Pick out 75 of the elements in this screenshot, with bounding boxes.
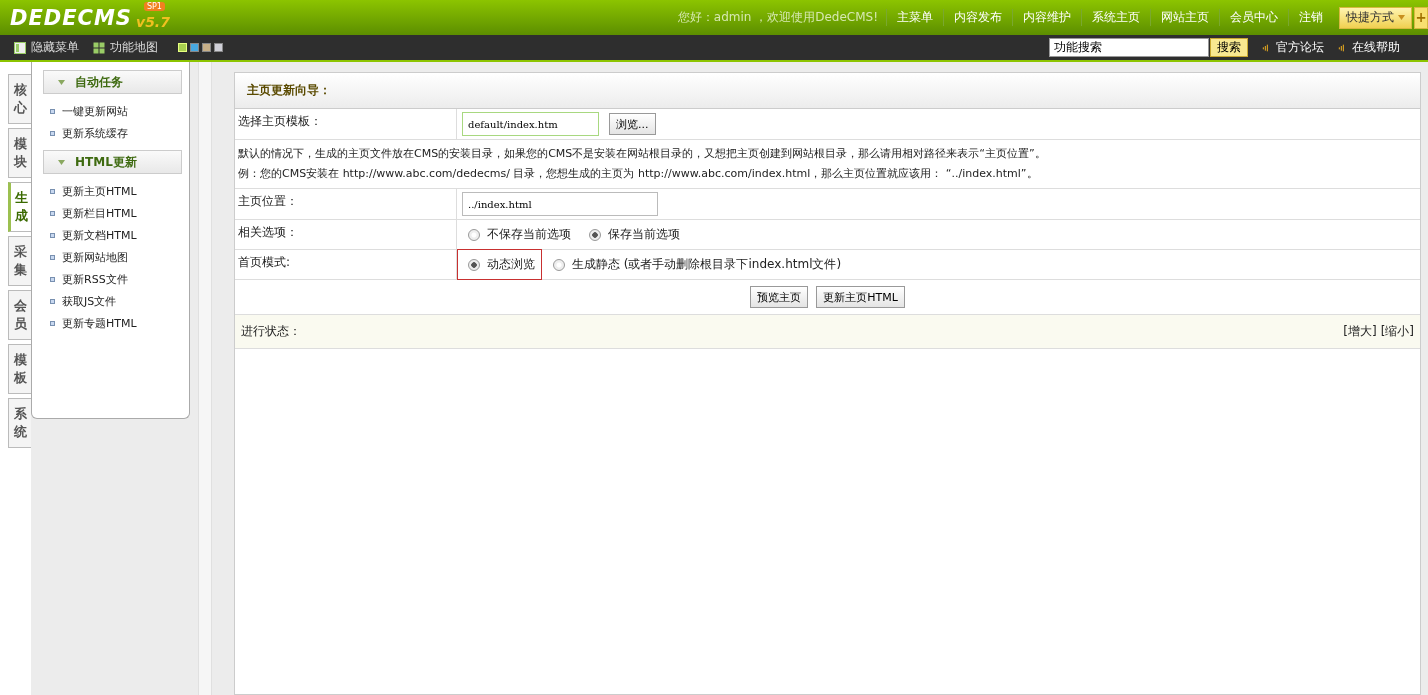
bullet-icon xyxy=(50,254,55,260)
toolbar-link[interactable]: 隐藏菜单 xyxy=(14,39,79,56)
bullet-icon xyxy=(50,210,55,216)
action-button[interactable]: 预览主页 xyxy=(750,286,809,308)
radio-option[interactable]: 生成静态 (或者手动删除根目录下index.html文件) xyxy=(542,249,849,280)
bullet-icon xyxy=(50,276,55,282)
radio-button[interactable] xyxy=(589,228,601,241)
section-header[interactable]: HTML更新 xyxy=(43,150,182,174)
path-field[interactable]: ../index.html xyxy=(462,192,658,216)
side-tab[interactable]: 会员 xyxy=(8,290,31,340)
sidebar-item[interactable]: 更新主页HTML xyxy=(43,180,182,202)
toolbar-link[interactable]: 功能地图 xyxy=(93,39,158,56)
browse-button[interactable]: 浏览... xyxy=(609,113,656,135)
field-label: 选择主页模板： xyxy=(235,109,457,139)
search-button[interactable]: 搜索 xyxy=(1210,38,1248,57)
version-label: v5.7 xyxy=(136,13,170,30)
toolbar-link[interactable]: 官方论坛 xyxy=(1262,39,1324,56)
template-field[interactable]: default/index.htm xyxy=(462,112,599,136)
side-tab[interactable]: 采集 xyxy=(8,236,31,286)
panel-icon xyxy=(14,41,26,54)
theme-swatch[interactable] xyxy=(190,43,199,52)
bullet-icon xyxy=(50,298,55,304)
splitter-bar[interactable] xyxy=(198,62,212,695)
radio-option[interactable]: 动态浏览 xyxy=(457,249,542,280)
greeting-text: 您好：admin ，欢迎使用DedeCMS! xyxy=(677,9,878,26)
action-button[interactable]: 更新主页HTML xyxy=(816,286,905,308)
field-label: 主页位置： xyxy=(235,189,457,219)
sidebar-item[interactable]: 一键更新网站 xyxy=(43,100,182,122)
sidebar-item[interactable]: 更新系统缓存 xyxy=(43,122,182,144)
sidebar-item[interactable]: 获取JS文件 xyxy=(43,290,182,312)
theme-swatch[interactable] xyxy=(214,43,223,52)
sidebar-item[interactable]: 更新网站地图 xyxy=(43,246,182,268)
section-header[interactable]: 自动任务 xyxy=(43,70,182,94)
grid-icon xyxy=(93,41,105,54)
field-label: 首页模式: xyxy=(235,250,457,279)
bullet-icon xyxy=(50,130,55,136)
caret-icon xyxy=(58,159,65,165)
version-badge: SP1 xyxy=(143,2,165,11)
bullet-icon xyxy=(50,320,55,326)
bullet-icon xyxy=(50,108,55,114)
sidebar-item[interactable]: 更新栏目HTML xyxy=(43,202,182,224)
resize-link[interactable]: [缩小] xyxy=(1380,323,1414,340)
option-label: 生成静态 (或者手动删除根目录下index.html文件) xyxy=(572,256,842,273)
caret-icon xyxy=(1398,15,1405,20)
option-label: 不保存当前选项 xyxy=(487,226,571,243)
note-text: 默认的情况下，生成的主页文件放在CMS的安装目录，如果您的CMS不是安装在网站根目录的，又想把主页创建到网站根目录，那么请用相对路径来表示“主页位置”。 xyxy=(238,146,1046,162)
field-label: 相关选项： xyxy=(235,220,457,249)
section-title: 自动任务 xyxy=(75,73,123,91)
side-tab[interactable]: 模板 xyxy=(8,344,31,394)
side-tab[interactable]: 生成 xyxy=(8,182,31,232)
radio-option[interactable]: 不保存当前选项 xyxy=(457,219,578,250)
section-title: HTML更新 xyxy=(75,153,137,171)
option-label: 保存当前选项 xyxy=(608,226,680,243)
logo: DEDECMS xyxy=(10,5,132,30)
search-field[interactable]: 功能搜索 xyxy=(1049,38,1209,57)
resize-link[interactable]: [增大] xyxy=(1343,323,1377,340)
status-label: 进行状态： xyxy=(241,323,302,340)
side-tab[interactable]: 模块 xyxy=(8,128,31,178)
sidebar-item[interactable]: 更新RSS文件 xyxy=(43,268,182,290)
caret-icon xyxy=(58,79,65,85)
toolbar-link[interactable]: 在线帮助 xyxy=(1338,39,1400,56)
bullet-icon xyxy=(50,232,55,238)
option-label: 动态浏览 xyxy=(487,256,535,273)
radio-button[interactable] xyxy=(553,258,565,271)
radio-option[interactable]: 保存当前选项 xyxy=(578,219,687,250)
side-tab[interactable]: 系统 xyxy=(8,398,31,448)
side-tab[interactable]: 核心 xyxy=(8,74,31,124)
radio-button[interactable] xyxy=(468,228,480,241)
sidebar-item[interactable]: 更新专题HTML xyxy=(43,312,182,334)
shortcut-menu[interactable]: 快捷方式 xyxy=(1339,6,1412,29)
sidebar-item[interactable]: 更新文档HTML xyxy=(43,224,182,246)
bullet-icon xyxy=(50,188,55,194)
note-text: 例：您的CMS安装在 http://www.abc.com/dedecms/ 目录，您想生成的主页为 http://www.abc.com/index.html，那么主页位置就应该用： “../index.html”。 xyxy=(238,166,1039,182)
theme-swatch[interactable] xyxy=(202,43,211,52)
radio-button[interactable] xyxy=(468,258,480,271)
